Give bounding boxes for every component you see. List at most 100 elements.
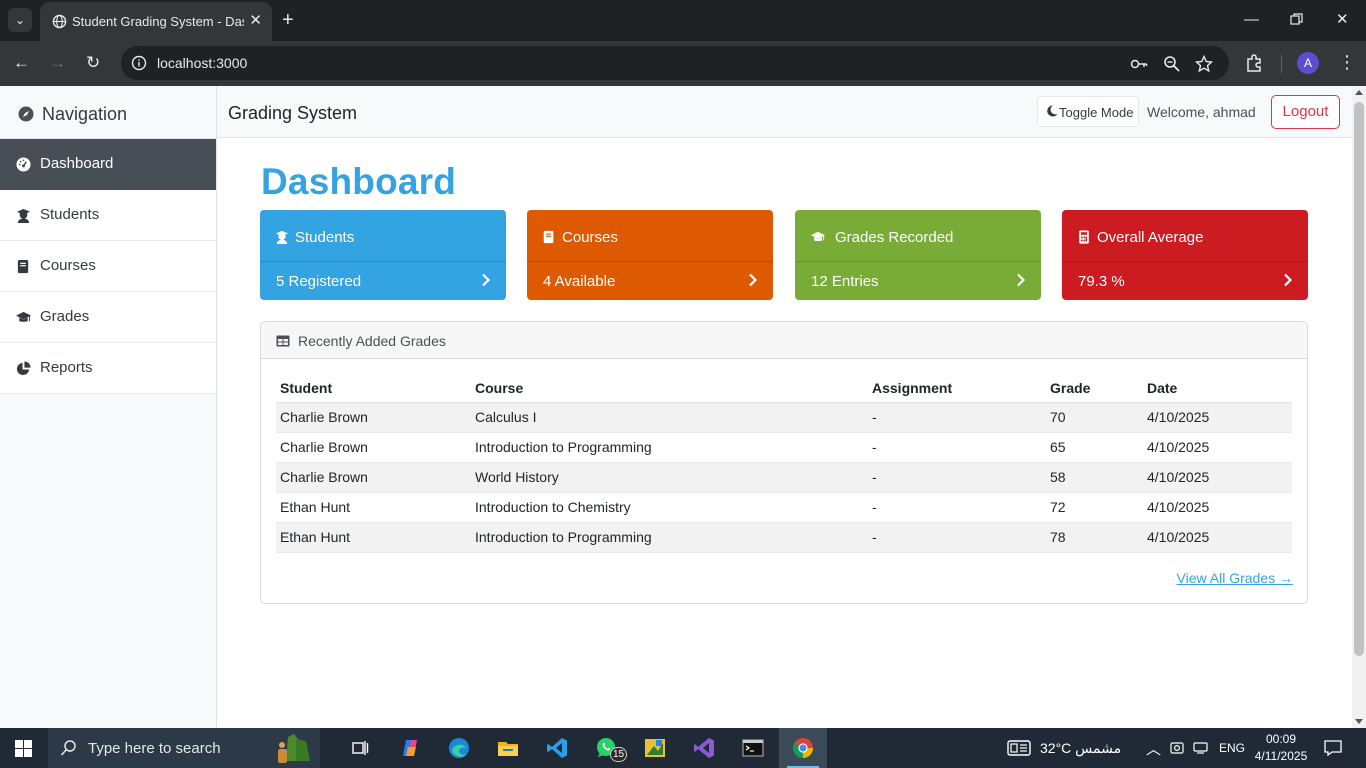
close-window-icon[interactable]: ✕ — [1336, 10, 1349, 30]
reload-icon[interactable]: ↻ — [86, 52, 100, 74]
vscode-app[interactable] — [533, 728, 581, 768]
cell-grade: 72 — [1046, 492, 1143, 523]
column-header-course[interactable]: Course — [471, 374, 868, 403]
page-scrollbar[interactable] — [1352, 86, 1366, 728]
sidebar-item-label: Students — [40, 206, 100, 223]
table-header-row: Student Course Assignment Grade Date — [276, 374, 1292, 403]
compass-icon — [18, 106, 34, 122]
back-arrow-icon[interactable]: ← — [13, 52, 30, 74]
table-row: Ethan Hunt Introduction to Chemistry - 7… — [276, 492, 1292, 523]
edge-app[interactable] — [435, 728, 483, 768]
cell-date: 4/10/2025 — [1143, 522, 1292, 553]
profile-avatar[interactable]: A — [1297, 52, 1319, 74]
card-value: 12 Entries — [811, 273, 879, 290]
user-graduate-icon — [275, 230, 289, 244]
whatsapp-app[interactable]: 15 — [582, 728, 630, 768]
sidebar: Navigation Dashboard Students Courses Gr… — [0, 86, 217, 728]
cell-date: 4/10/2025 — [1143, 462, 1292, 493]
sidebar-item-label: Courses — [40, 257, 96, 274]
file-explorer-app[interactable] — [484, 728, 532, 768]
sidebar-header: Navigation — [0, 86, 216, 139]
table-row: Ethan Hunt Introduction to Programming -… — [276, 522, 1292, 553]
column-header-student[interactable]: Student — [276, 374, 471, 403]
column-header-grade[interactable]: Grade — [1046, 374, 1143, 403]
toggle-mode-button[interactable]: Toggle Mode — [1037, 96, 1139, 127]
chevron-right-icon[interactable] — [1283, 273, 1293, 287]
toggle-mode-label: Toggle Mode — [1059, 105, 1134, 120]
scrollbar-thumb[interactable] — [1354, 102, 1364, 656]
view-all-grades-link[interactable]: View All Grades → — [1177, 570, 1293, 586]
chevron-right-icon[interactable] — [748, 273, 758, 287]
book-icon — [17, 259, 29, 274]
cell-course: World History — [471, 462, 868, 493]
recent-grades-table: Student Course Assignment Grade Date Cha… — [276, 374, 1292, 553]
chevron-right-icon[interactable] — [1016, 273, 1026, 287]
menu-kebab-icon[interactable]: ⋮ — [1338, 52, 1356, 73]
cell-grade: 78 — [1046, 522, 1143, 553]
scroll-down-arrow-icon[interactable] — [1355, 719, 1363, 724]
weather-text[interactable]: 32°C مشمس — [1040, 740, 1121, 757]
site-info-icon[interactable] — [131, 55, 147, 71]
chevron-up-icon[interactable]: ︿ — [1146, 738, 1161, 759]
restore-icon[interactable] — [1290, 13, 1303, 26]
pie-chart-icon — [16, 361, 31, 376]
graduation-cap-icon — [16, 311, 31, 322]
task-view-button[interactable] — [336, 728, 384, 768]
url-text: localhost:3000 — [157, 55, 248, 71]
logout-button[interactable]: Logout — [1271, 95, 1340, 129]
close-tab-icon[interactable]: ✕ — [249, 12, 262, 30]
chrome-app[interactable] — [779, 728, 827, 768]
overall-average-card[interactable]: Overall Average 79.3 % — [1062, 210, 1308, 300]
key-icon[interactable] — [1130, 55, 1148, 73]
students-card[interactable]: Students 5 Registered — [260, 210, 506, 300]
sticky-app[interactable] — [631, 728, 679, 768]
notification-center-icon[interactable] — [1324, 739, 1342, 757]
search-icon — [60, 740, 76, 756]
cell-date: 4/10/2025 — [1143, 432, 1292, 463]
browser-tab[interactable]: Student Grading System - Dashboard ✕ — [40, 2, 272, 41]
sidebar-item-reports[interactable]: Reports — [0, 343, 216, 394]
address-bar[interactable]: localhost:3000 — [121, 46, 1229, 80]
extensions-puzzle-icon[interactable] — [1245, 54, 1263, 72]
weather-widget-icon[interactable] — [1007, 739, 1031, 757]
tab-search-button[interactable]: ⌄ — [8, 8, 32, 32]
windows-start-icon[interactable] — [15, 740, 32, 757]
card-header: Courses — [527, 210, 773, 262]
top-navbar: Grading System Toggle Mode Welcome, ahma… — [217, 86, 1352, 138]
new-tab-button[interactable]: + — [282, 8, 294, 32]
card-title: Overall Average — [1097, 229, 1204, 246]
copilot-app[interactable] — [386, 728, 434, 768]
bookmark-star-icon[interactable] — [1195, 55, 1213, 73]
sidebar-item-courses[interactable]: Courses — [0, 241, 216, 292]
column-header-assignment[interactable]: Assignment — [868, 374, 1046, 403]
chevron-right-icon[interactable] — [481, 273, 491, 287]
courses-card[interactable]: Courses 4 Available — [527, 210, 773, 300]
browser-toolbar: ← → ↻ localhost:3000 A ⋮ — [0, 41, 1366, 86]
sidebar-item-students[interactable]: Students — [0, 190, 216, 241]
scroll-up-arrow-icon[interactable] — [1355, 90, 1363, 95]
minimize-icon[interactable]: — — [1244, 10, 1259, 30]
welcome-text: Welcome, ahmad — [1147, 104, 1256, 120]
visual-studio-icon — [694, 738, 714, 758]
language-indicator[interactable]: ENG — [1219, 741, 1245, 755]
system-clock[interactable]: 00:09 4/11/2025 — [1250, 731, 1312, 765]
visual-studio-app[interactable] — [680, 728, 728, 768]
zoom-icon[interactable] — [1163, 55, 1181, 73]
calculator-icon — [1079, 230, 1089, 244]
terminal-app[interactable] — [729, 728, 777, 768]
grades-recorded-card[interactable]: Grades Recorded 12 Entries — [795, 210, 1041, 300]
camera-icon[interactable] — [1170, 741, 1184, 755]
column-header-date[interactable]: Date — [1143, 374, 1292, 403]
taskbar-search-box[interactable]: Type here to search — [48, 728, 320, 768]
network-icon[interactable] — [1193, 742, 1208, 754]
card-title: Courses — [562, 229, 618, 246]
navbar-brand[interactable]: Grading System — [228, 103, 357, 124]
main-content: Grading System Toggle Mode Welcome, ahma… — [217, 86, 1352, 728]
forward-arrow-icon[interactable]: → — [49, 52, 66, 74]
chrome-icon — [792, 738, 813, 759]
card-header: Grades Recorded — [795, 210, 1041, 262]
sidebar-item-grades[interactable]: Grades — [0, 292, 216, 343]
task-view-icon — [352, 741, 369, 755]
web-page: Navigation Dashboard Students Courses Gr… — [0, 86, 1366, 728]
sidebar-item-dashboard[interactable]: Dashboard — [0, 139, 216, 190]
